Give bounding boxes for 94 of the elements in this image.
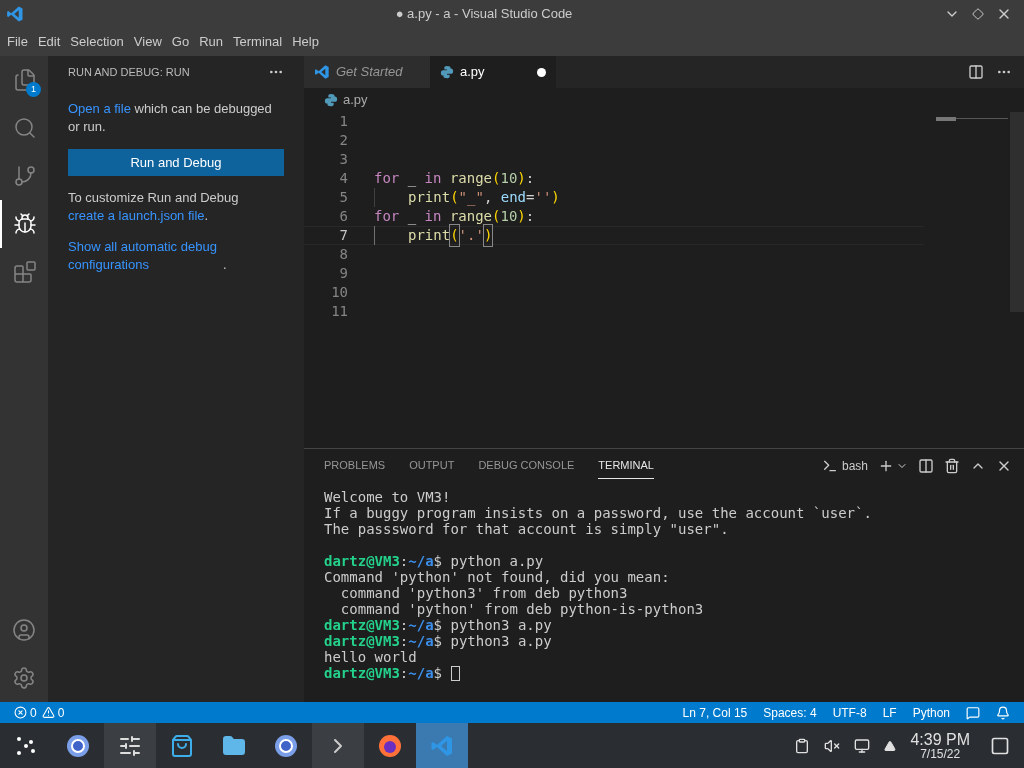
tab-label: Get Started <box>336 63 404 82</box>
terminal-line: If a buggy program insists on a password, use the account `user`. <box>324 505 872 521</box>
maximize-icon[interactable] <box>972 8 984 20</box>
split-terminal-icon[interactable] <box>918 458 934 474</box>
terminal-icon <box>821 458 838 474</box>
muted-speaker-icon[interactable] <box>824 737 841 754</box>
status-item[interactable]: UTF-8 <box>832 703 867 722</box>
status-item[interactable]: Spaces: 4 <box>763 703 817 722</box>
account-icon[interactable] <box>12 618 36 642</box>
terminal-line: Command 'python' not found, did you mean: <box>324 569 670 585</box>
status-item[interactable]: Ln 7, Col 15 <box>682 703 748 722</box>
clipboard-icon[interactable] <box>794 737 811 754</box>
activity-bar-item[interactable]: 1 <box>0 56 48 104</box>
firefox-icon <box>378 733 402 758</box>
customize-text: To customize Run and Debug create a launch.json file. <box>68 189 240 225</box>
line-number: 11 <box>330 302 348 321</box>
error-icon <box>14 706 27 719</box>
sidebar-title: RUN AND DEBUG: RUN <box>68 64 190 80</box>
line-number: 8 <box>338 245 348 264</box>
window-title: ● a.py - a - Visual Studio Code <box>394 5 574 24</box>
line-number: 7 <box>338 226 348 245</box>
folder-icon <box>222 733 246 758</box>
current-line-highlight: 7 print('.') <box>304 226 924 245</box>
terminal-line: command 'python' from deb python-is-python3 <box>339 601 704 617</box>
python-file-icon <box>440 65 454 79</box>
search-icon <box>13 116 37 140</box>
tab-label: a.py <box>460 63 486 82</box>
browser-icon <box>274 733 298 758</box>
panel-tab[interactable]: OUTPUT <box>409 453 455 479</box>
files-icon <box>13 68 37 92</box>
taskbar-app[interactable] <box>104 723 156 768</box>
trash-icon[interactable] <box>944 458 960 474</box>
notification-badge: 1 <box>26 82 41 97</box>
menu-item[interactable]: Edit <box>32 32 66 52</box>
menu-item[interactable]: File <box>2 32 33 52</box>
status-item[interactable]: Python <box>912 703 950 722</box>
split-editor-icon[interactable] <box>968 64 984 80</box>
branch-icon <box>13 164 37 188</box>
network-icon[interactable] <box>854 737 871 754</box>
expand-tray-icon[interactable] <box>884 739 897 752</box>
minimap-drawing <box>936 116 1008 122</box>
terminal-line: dartz@VM3:~/a$ python a.py <box>324 553 544 569</box>
menu-item[interactable]: View <box>128 32 167 52</box>
line-number: 10 <box>330 283 348 302</box>
problems-status[interactable]: 0 0 <box>14 703 65 722</box>
settings-icon[interactable] <box>12 666 36 690</box>
panel-tab[interactable]: TERMINAL <box>598 453 654 479</box>
line-number: 5 <box>338 188 348 207</box>
terminal-line: The passsword for that account is simply "user". <box>324 521 729 537</box>
vscode-logo-icon <box>6 5 24 23</box>
launch-json-link[interactable]: create a launch.json file <box>68 208 205 223</box>
terminal-line: hello world <box>324 649 417 665</box>
blocks-icon <box>13 260 37 284</box>
line-number: 3 <box>338 150 348 169</box>
app-window: ● a.py - a - Visual Studio Code File Edit Selection View Go Run Terminal Help 1 RUN AND DEBUG: RUN Open a file which can be debugged or run. Run and Debug To customize Run and Debug create a launch.json file. Show all automatic debug configurations . Get Started a.py a.py 1 2 3 4 for _ in range(10): 5 print("_", end='') 6 for _ in range(10): 7 print('.') 8 9 10 11 PROBLEMS OUTPUT DEBUG CONSOLE TERMINAL bash Welcome to VM3! If a buggy program insists on a password, use the account `user`. The passsword for that account is simply "user". dartz@VM3:~/a$ python a.py Command 'python' not found, did you mean: command 'python3' from deb python3 command 'python' from deb python-is-python3 dartz@VM3:~/a$ python3 a.py dartz@VM3:~/a$ python3 a.py hello world dartz@VM3:~/a$ 0 0 Ln 7, Col 15 Spaces: 4 UTF-8 LF Python 4:39 PM 7/15/22 <box>0 0 1024 768</box>
menu-item[interactable]: Run <box>194 32 228 52</box>
python-file-icon <box>324 93 338 107</box>
line-number: 1 <box>338 112 348 131</box>
feedback-icon[interactable] <box>966 705 980 720</box>
line-number: 9 <box>338 264 348 283</box>
panel-tab[interactable]: PROBLEMS <box>324 453 386 479</box>
menu-item[interactable]: Go <box>166 32 195 52</box>
terminal-name[interactable]: bash <box>841 457 868 475</box>
open-file-link[interactable]: Open a file <box>68 101 131 116</box>
editor-tab[interactable]: a.py <box>430 56 556 88</box>
show-all-text: Show all automatic debug configurations . <box>68 238 228 274</box>
browser-icon <box>66 733 90 758</box>
panel-tab[interactable]: DEBUG CONSOLE <box>478 453 575 479</box>
breadcrumb[interactable]: a.py <box>343 90 368 110</box>
terminal-line: dartz@VM3:~/a$ python3 a.py <box>324 617 552 633</box>
intro-text: Open a file which can be debugged or run. <box>68 100 273 136</box>
show-all-configurations-link[interactable]: Show all automatic debug configurations <box>68 238 223 274</box>
menu-item[interactable]: Terminal <box>228 32 288 52</box>
bell-icon[interactable] <box>996 705 1010 720</box>
sliders-icon <box>118 733 142 758</box>
terminal-line: Welcome to VM3! <box>324 489 451 505</box>
clock[interactable]: 4:39 PM 7/15/22 <box>910 731 970 760</box>
line-number: 6 <box>338 207 348 226</box>
terminal-line: command 'python3' from deb python3 <box>339 585 628 601</box>
shopping-bag-icon <box>170 733 194 758</box>
line-number: 4 <box>338 169 348 188</box>
vscode-icon <box>430 733 454 758</box>
vscode-logo-icon <box>314 64 330 80</box>
line-number: 2 <box>338 131 348 150</box>
menu-item[interactable]: Selection <box>65 32 129 52</box>
warning-icon <box>41 706 55 719</box>
editor-tab[interactable]: Get Started <box>304 56 430 88</box>
terminal-line: dartz@VM3:~/a$ python3 a.py <box>324 633 552 649</box>
menu-item[interactable]: Help <box>287 32 324 52</box>
status-item[interactable]: LF <box>882 703 897 722</box>
terminal-line: dartz@VM3:~/a$ <box>324 665 443 681</box>
run-and-debug-button[interactable]: Run and Debug <box>68 149 284 176</box>
add-icon[interactable] <box>878 458 894 474</box>
show-desktop-icon[interactable] <box>990 735 1010 756</box>
